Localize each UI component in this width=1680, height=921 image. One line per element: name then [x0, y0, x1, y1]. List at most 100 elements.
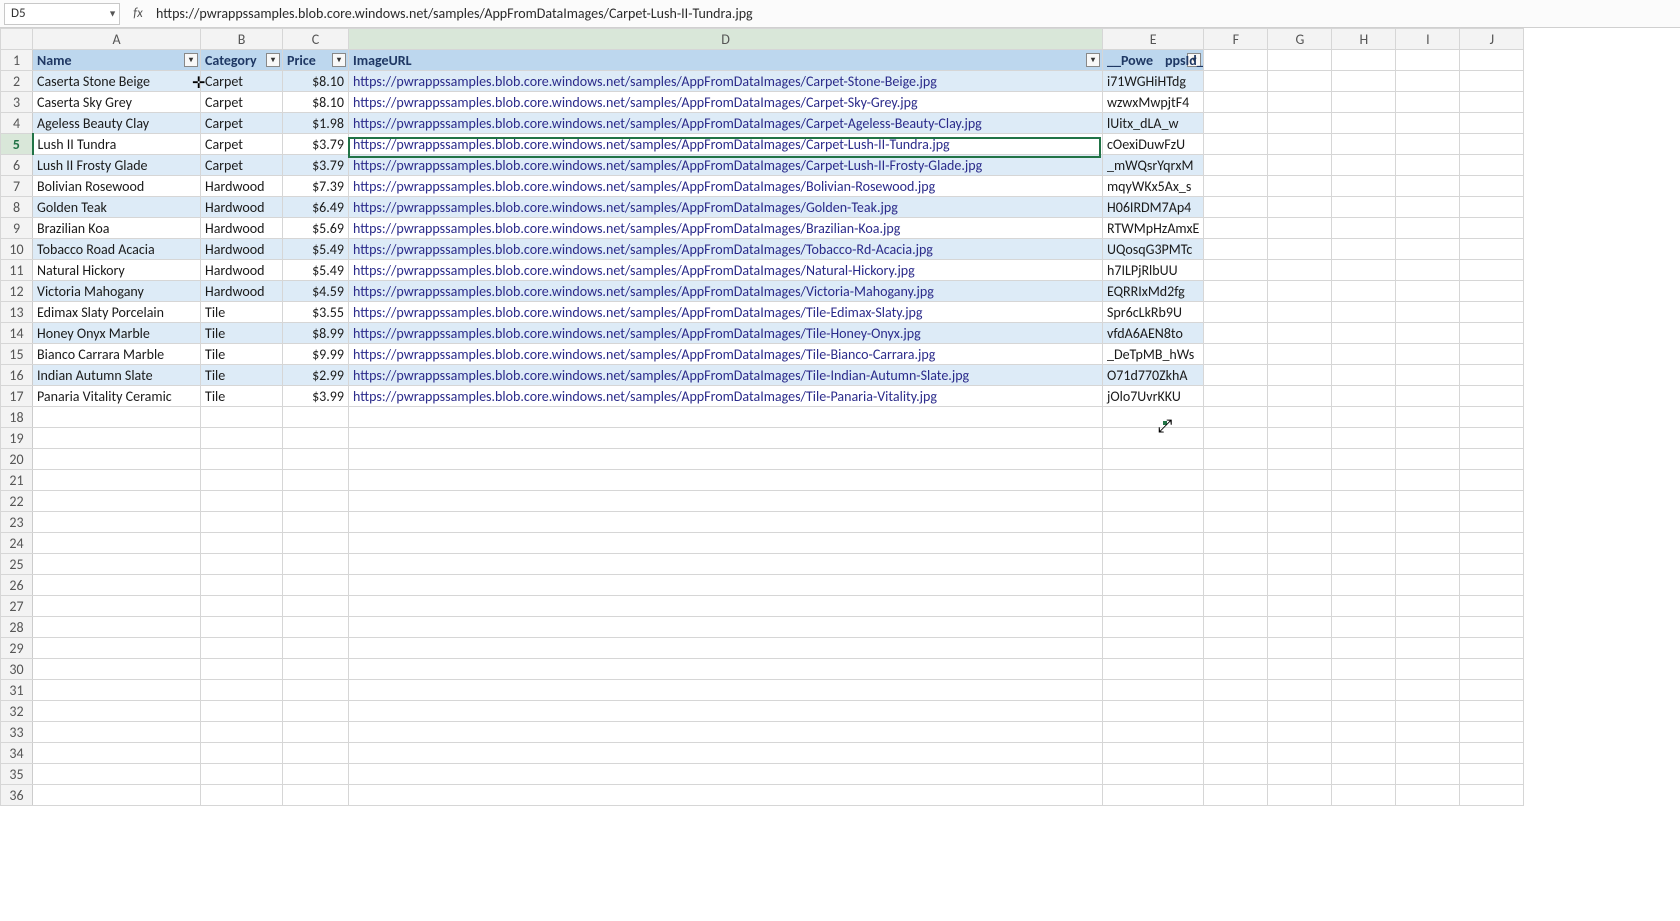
row-header-18[interactable]: 18: [1, 407, 33, 428]
cell[interactable]: [1332, 743, 1396, 764]
cell-category[interactable]: Carpet: [201, 155, 283, 176]
cell[interactable]: [1268, 575, 1332, 596]
cell[interactable]: [1204, 113, 1268, 134]
col-header-E[interactable]: E: [1103, 29, 1204, 50]
filter-dropdown-icon[interactable]: ▾: [184, 53, 198, 67]
cell-price[interactable]: $4.59: [283, 281, 349, 302]
cell[interactable]: [33, 407, 201, 428]
cell-id[interactable]: h7ILPjRlbUU: [1103, 260, 1204, 281]
cell[interactable]: [1460, 281, 1524, 302]
cell[interactable]: [1268, 659, 1332, 680]
cell-id[interactable]: RTWMpHzAmxE: [1103, 218, 1204, 239]
cell[interactable]: [1204, 71, 1268, 92]
chevron-down-icon[interactable]: ▼: [108, 8, 117, 19]
cell[interactable]: [1103, 428, 1204, 449]
cell[interactable]: [1460, 470, 1524, 491]
cell[interactable]: [1268, 449, 1332, 470]
cell[interactable]: [1103, 407, 1204, 428]
cell[interactable]: [1396, 407, 1460, 428]
cell[interactable]: [1268, 470, 1332, 491]
cell[interactable]: [1332, 554, 1396, 575]
cell-imageurl[interactable]: https://pwrappssamples.blob.core.windows…: [349, 218, 1103, 239]
cell[interactable]: [1268, 638, 1332, 659]
cell[interactable]: [201, 764, 283, 785]
cell[interactable]: [1268, 533, 1332, 554]
row-header-21[interactable]: 21: [1, 470, 33, 491]
cell[interactable]: [349, 554, 1103, 575]
cell[interactable]: [1332, 239, 1396, 260]
cell[interactable]: [201, 491, 283, 512]
cell[interactable]: [1396, 302, 1460, 323]
col-header-B[interactable]: B: [201, 29, 283, 50]
cell[interactable]: [1460, 701, 1524, 722]
cell[interactable]: [1460, 71, 1524, 92]
cell-imageurl[interactable]: https://pwrappssamples.blob.core.windows…: [349, 302, 1103, 323]
cell-category[interactable]: Hardwood: [201, 218, 283, 239]
cell[interactable]: [1460, 722, 1524, 743]
cell[interactable]: [349, 533, 1103, 554]
row-header-20[interactable]: 20: [1, 449, 33, 470]
cell[interactable]: [201, 407, 283, 428]
cell[interactable]: [1268, 260, 1332, 281]
cell[interactable]: [1268, 323, 1332, 344]
cell[interactable]: [1204, 344, 1268, 365]
cell[interactable]: [1204, 512, 1268, 533]
cell-name[interactable]: Ageless Beauty Clay: [33, 113, 201, 134]
cell-price[interactable]: $3.55: [283, 302, 349, 323]
cell[interactable]: [1268, 407, 1332, 428]
col-header-A[interactable]: A: [33, 29, 201, 50]
filter-dropdown-icon[interactable]: ▾: [266, 53, 280, 67]
col-header-G[interactable]: G: [1268, 29, 1332, 50]
cell[interactable]: [1460, 50, 1524, 71]
cell[interactable]: [1460, 386, 1524, 407]
cell[interactable]: [201, 743, 283, 764]
cell[interactable]: [1268, 197, 1332, 218]
cell[interactable]: [1396, 743, 1460, 764]
cell[interactable]: [1396, 512, 1460, 533]
cell-category[interactable]: Tile: [201, 386, 283, 407]
cell[interactable]: [1204, 617, 1268, 638]
cell[interactable]: [1103, 638, 1204, 659]
cell[interactable]: [1332, 281, 1396, 302]
cell[interactable]: [1396, 596, 1460, 617]
cell-imageurl[interactable]: https://pwrappssamples.blob.core.windows…: [349, 134, 1103, 155]
row-header-12[interactable]: 12: [1, 281, 33, 302]
row-header-26[interactable]: 26: [1, 575, 33, 596]
cell[interactable]: [1268, 302, 1332, 323]
cell[interactable]: [1460, 428, 1524, 449]
cell[interactable]: [349, 512, 1103, 533]
cell[interactable]: [1332, 470, 1396, 491]
cell[interactable]: [1460, 638, 1524, 659]
row-header-32[interactable]: 32: [1, 701, 33, 722]
cell[interactable]: [1396, 575, 1460, 596]
cell-imageurl[interactable]: https://pwrappssamples.blob.core.windows…: [349, 92, 1103, 113]
row-header-9[interactable]: 9: [1, 218, 33, 239]
cell[interactable]: [1396, 680, 1460, 701]
cell[interactable]: [201, 617, 283, 638]
cell-price[interactable]: $2.99: [283, 365, 349, 386]
cell[interactable]: [1204, 491, 1268, 512]
cell[interactable]: [1460, 113, 1524, 134]
cell-price[interactable]: $3.79: [283, 155, 349, 176]
cell[interactable]: [1396, 659, 1460, 680]
cell-name[interactable]: Indian Autumn Slate: [33, 365, 201, 386]
row-header-3[interactable]: 3: [1, 92, 33, 113]
cell[interactable]: [201, 722, 283, 743]
cell[interactable]: [33, 680, 201, 701]
cell-name[interactable]: Golden Teak: [33, 197, 201, 218]
row-header-15[interactable]: 15: [1, 344, 33, 365]
fx-icon[interactable]: fx: [126, 6, 150, 21]
cell[interactable]: [1332, 365, 1396, 386]
cell[interactable]: [1268, 50, 1332, 71]
cell[interactable]: [1396, 386, 1460, 407]
cell[interactable]: [1332, 701, 1396, 722]
cell[interactable]: [1268, 155, 1332, 176]
cell-name[interactable]: Edimax Slaty Porcelain: [33, 302, 201, 323]
cell-imageurl[interactable]: https://pwrappssamples.blob.core.windows…: [349, 344, 1103, 365]
cell[interactable]: [1332, 71, 1396, 92]
cell-name[interactable]: Honey Onyx Marble: [33, 323, 201, 344]
cell[interactable]: [1332, 92, 1396, 113]
header-B[interactable]: Category▾: [201, 50, 283, 71]
cell[interactable]: [1204, 155, 1268, 176]
cell-id[interactable]: lUitx_dLA_w: [1103, 113, 1204, 134]
